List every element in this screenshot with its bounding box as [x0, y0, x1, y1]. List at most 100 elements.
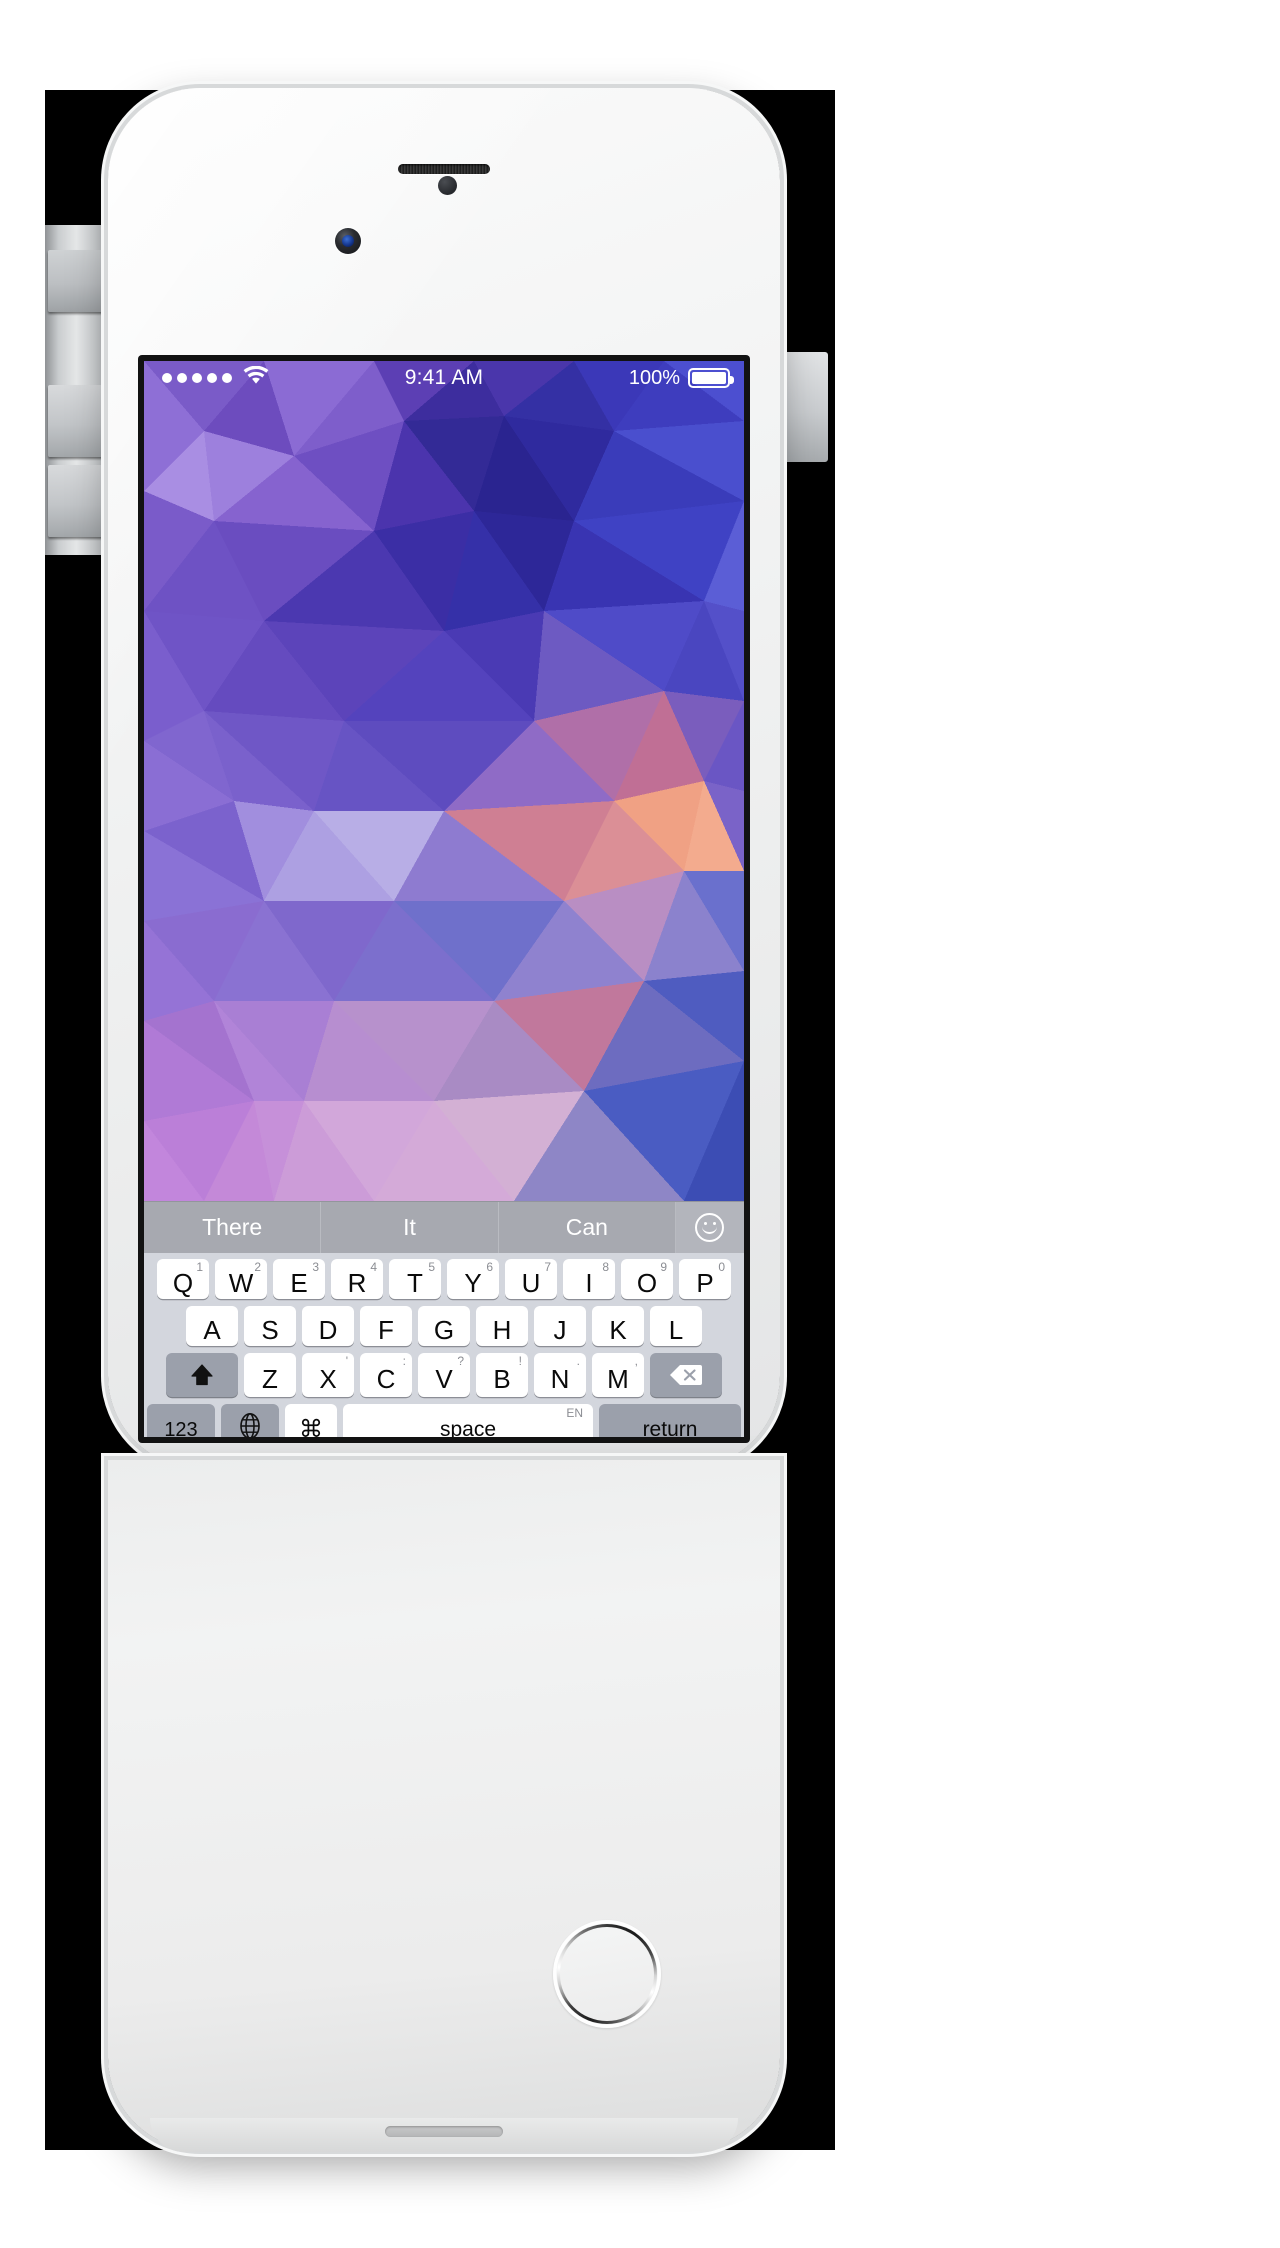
key-label: J: [553, 1314, 567, 1345]
screenshot-root: 9:41 AM 100% There It Can 1 Q 2 W 3 E 4 …: [0, 0, 1280, 2248]
key-alt-label: 8: [602, 1260, 609, 1274]
key-label: N: [550, 1363, 570, 1394]
keyboard-row-1: 1Q 2W 3E 4R 5T 6Y 7U 8I 9O 0P: [147, 1259, 741, 1299]
key-label: T: [407, 1267, 423, 1298]
key-alt-label: 2: [254, 1260, 261, 1274]
earpiece-speaker-icon: [398, 164, 490, 174]
lightning-port-icon: [385, 2126, 503, 2137]
key-backspace[interactable]: [650, 1353, 722, 1397]
key-k[interactable]: K: [592, 1306, 644, 1346]
key-alt-label: 5: [428, 1260, 435, 1274]
key-label: I: [585, 1267, 593, 1298]
backspace-icon: [670, 1365, 702, 1385]
key-c[interactable]: :C: [360, 1353, 412, 1397]
globe-icon: [240, 1413, 260, 1437]
keyboard-row-4: 123 ⌘ EN space return: [147, 1404, 741, 1437]
suggestion-item-3[interactable]: Can: [499, 1202, 676, 1253]
key-j[interactable]: J: [534, 1306, 586, 1346]
key-q[interactable]: 1Q: [157, 1259, 209, 1299]
language-indicator-label: EN: [566, 1406, 583, 1420]
status-bar-left: [144, 365, 342, 391]
key-u[interactable]: 7U: [505, 1259, 557, 1299]
key-n[interactable]: .N: [534, 1353, 586, 1397]
key-alt-label: 0: [718, 1260, 725, 1274]
key-e[interactable]: 3E: [273, 1259, 325, 1299]
key-alt-label: ,: [634, 1354, 638, 1368]
key-globe[interactable]: [221, 1404, 279, 1437]
smiley-icon: [695, 1213, 725, 1242]
key-alt-label: 7: [544, 1260, 551, 1274]
predictive-suggestion-bar: There It Can: [144, 1201, 744, 1253]
key-x[interactable]: ' X: [302, 1353, 354, 1397]
key-label: return: [642, 1418, 698, 1437]
key-space[interactable]: EN space: [343, 1404, 593, 1437]
key-label: G: [433, 1314, 455, 1345]
wifi-icon: [243, 365, 269, 391]
key-label: K: [609, 1314, 627, 1345]
suggestion-item-1[interactable]: There: [144, 1202, 322, 1253]
key-shift[interactable]: [166, 1353, 238, 1397]
key-alt-label: 1: [196, 1260, 203, 1274]
key-h[interactable]: H: [476, 1306, 528, 1346]
front-camera-icon: [335, 228, 361, 254]
key-label: V: [435, 1363, 453, 1394]
key-v[interactable]: ? V: [418, 1353, 470, 1397]
key-label: C: [376, 1363, 396, 1394]
key-r[interactable]: 4R: [331, 1259, 383, 1299]
key-label: S: [261, 1314, 279, 1345]
key-label: Q: [172, 1267, 194, 1298]
home-button-surface: [560, 1927, 654, 2021]
key-label: space: [439, 1418, 497, 1437]
key-label: P: [696, 1267, 714, 1298]
device-body-lower: [108, 1460, 780, 2150]
key-b[interactable]: ! B: [476, 1353, 528, 1397]
key-s[interactable]: S: [244, 1306, 296, 1346]
volume-down-button[interactable]: [48, 465, 114, 537]
key-a[interactable]: A: [186, 1306, 238, 1346]
shift-arrow-icon: [191, 1364, 213, 1386]
key-label: R: [347, 1267, 367, 1298]
key-f[interactable]: F: [360, 1306, 412, 1346]
keyboard-row-3: Z ' X :C ? V ! B .N ,M: [147, 1353, 741, 1397]
device-screen: 9:41 AM 100% There It Can 1 Q 2 W 3 E 4 …: [144, 361, 744, 1437]
key-g[interactable]: G: [418, 1306, 470, 1346]
emoji-keyboard-button[interactable]: [675, 1202, 744, 1253]
key-alt-label: :: [402, 1354, 406, 1368]
key-label: U: [521, 1267, 541, 1298]
key-z[interactable]: Z: [244, 1353, 296, 1397]
key-label: F: [378, 1314, 394, 1345]
key-i[interactable]: 8I: [563, 1259, 615, 1299]
key-return[interactable]: return: [599, 1404, 741, 1437]
key-label: Z: [262, 1363, 278, 1394]
key-label: A: [203, 1314, 221, 1345]
key-alt-label: .: [576, 1354, 580, 1368]
key-m[interactable]: ,M: [592, 1353, 644, 1397]
volume-up-button[interactable]: [48, 385, 114, 457]
mute-switch[interactable]: [48, 250, 114, 312]
key-alt-label: 4: [370, 1260, 377, 1274]
screen-bezel: 9:41 AM 100% There It Can 1 Q 2 W 3 E 4 …: [138, 355, 750, 1443]
home-button-ring: [557, 1924, 657, 2024]
key-alt-label: 3: [312, 1260, 319, 1274]
status-bar-right: 100%: [546, 367, 744, 390]
key-o[interactable]: 9O: [621, 1259, 673, 1299]
key-command[interactable]: ⌘: [285, 1404, 337, 1437]
suggestion-item-2[interactable]: It: [321, 1202, 499, 1253]
key-l[interactable]: L: [650, 1306, 702, 1346]
keyboard-row-2: A S D F G H J K L: [147, 1306, 741, 1346]
key-w[interactable]: 2W: [215, 1259, 267, 1299]
key-t[interactable]: 5T: [389, 1259, 441, 1299]
key-d[interactable]: D: [302, 1306, 354, 1346]
key-label: B: [493, 1363, 511, 1394]
home-button[interactable]: [553, 1920, 661, 2028]
signal-strength-icon: [162, 373, 232, 383]
key-label: H: [492, 1314, 512, 1345]
key-label: E: [290, 1267, 308, 1298]
onscreen-keyboard: 1Q 2W 3E 4R 5T 6Y 7U 8I 9O 0P A S D F G: [144, 1253, 744, 1437]
key-numbers[interactable]: 123: [147, 1404, 215, 1437]
key-y[interactable]: 6Y: [447, 1259, 499, 1299]
key-label: O: [636, 1267, 658, 1298]
key-label: X: [319, 1363, 337, 1394]
key-p[interactable]: 0P: [679, 1259, 731, 1299]
key-label: Y: [464, 1267, 482, 1298]
